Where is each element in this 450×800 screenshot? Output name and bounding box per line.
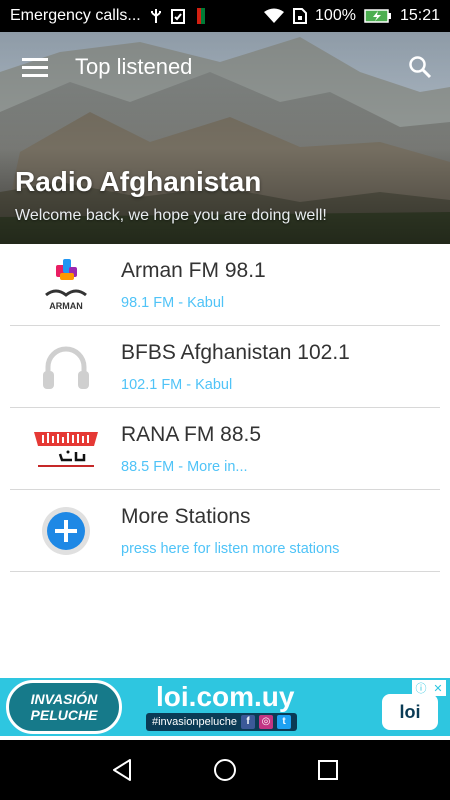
ad-brand-line1: INVASIÓN	[30, 691, 98, 707]
usb-debug-icon	[149, 8, 163, 24]
toolbar: Top listened	[0, 32, 450, 102]
add-circle-icon	[10, 490, 121, 572]
status-bar: Emergency calls... 100% 15:21	[0, 0, 450, 32]
ad-banner[interactable]: INVASIÓN PELUCHE loi.com.uy #invasionpel…	[0, 678, 450, 736]
clipboard-check-icon	[170, 8, 185, 24]
wifi-icon	[263, 8, 285, 24]
ad-brand-badge: INVASIÓN PELUCHE	[6, 680, 122, 734]
afghanistan-flag-icon	[192, 8, 205, 24]
menu-button[interactable]	[0, 32, 70, 102]
welcome-subtitle: Welcome back, we hope you are doing well…	[15, 207, 327, 224]
battery-percent: 100%	[315, 7, 356, 24]
battery-charging-icon	[364, 8, 392, 24]
toolbar-title: Top listened	[75, 54, 193, 79]
station-item-bfbs-afghanistan[interactable]: BFBS Afghanistan 102.1 102.1 FM - Kabul	[10, 326, 440, 408]
hamburger-menu-icon	[22, 58, 48, 77]
station-frequency: 88.5 FM - More in...	[121, 458, 248, 475]
ad-hashtag: #invasionpeluche f ◎ t	[146, 713, 298, 731]
station-name: BFBS Afghanistan 102.1	[121, 340, 350, 364]
app-title: Radio Afghanistan	[15, 166, 262, 197]
station-frequency: 98.1 FM - Kabul	[121, 294, 225, 311]
arman-fm-logo: ARMAN	[10, 244, 121, 326]
sim-card-icon	[293, 8, 308, 24]
station-name: Arman FM 98.1	[121, 258, 266, 282]
station-item-arman-fm[interactable]: ARMAN Arman FM 98.1 98.1 FM - Kabul	[10, 244, 440, 326]
rana-fm-logo	[10, 408, 121, 490]
ad-url: loi.com.uy	[156, 681, 295, 712]
station-name: RANA FM 88.5	[121, 422, 262, 446]
facebook-icon: f	[241, 715, 256, 729]
recents-button[interactable]	[298, 740, 358, 800]
home-circle-icon	[213, 759, 236, 781]
search-button[interactable]	[390, 32, 450, 102]
ad-logo: loi	[382, 694, 438, 730]
header-banner: Top listened Radio Afghanistan Welcome b…	[0, 32, 450, 244]
headphones-icon	[10, 326, 121, 408]
station-item-rana-fm[interactable]: RANA FM 88.5 88.5 FM - More in...	[10, 408, 440, 490]
ad-hashtag-text: #invasionpeluche	[152, 716, 238, 728]
twitter-icon: t	[277, 715, 292, 729]
station-frequency: 102.1 FM - Kabul	[121, 376, 233, 393]
station-frequency: press here for listen more stations	[121, 540, 340, 557]
instagram-icon: ◎	[259, 715, 274, 729]
recents-square-icon	[318, 760, 339, 780]
notification-text: Emergency calls...	[10, 7, 141, 24]
back-triangle-icon	[112, 759, 131, 781]
more-stations-item[interactable]: More Stations press here for listen more…	[10, 490, 440, 572]
home-button[interactable]	[195, 740, 255, 800]
back-button[interactable]	[92, 740, 152, 800]
station-name: More Stations	[121, 504, 251, 528]
clock: 15:21	[399, 7, 440, 24]
ad-brand-line2: PELUCHE	[30, 707, 98, 723]
station-list: ARMAN Arman FM 98.1 98.1 FM - Kabul BFBS…	[10, 244, 440, 572]
navigation-bar	[0, 740, 450, 800]
svg-text:ARMAN: ARMAN	[49, 301, 83, 311]
ad-close-icon: ✕	[433, 682, 443, 695]
search-icon	[409, 56, 432, 79]
